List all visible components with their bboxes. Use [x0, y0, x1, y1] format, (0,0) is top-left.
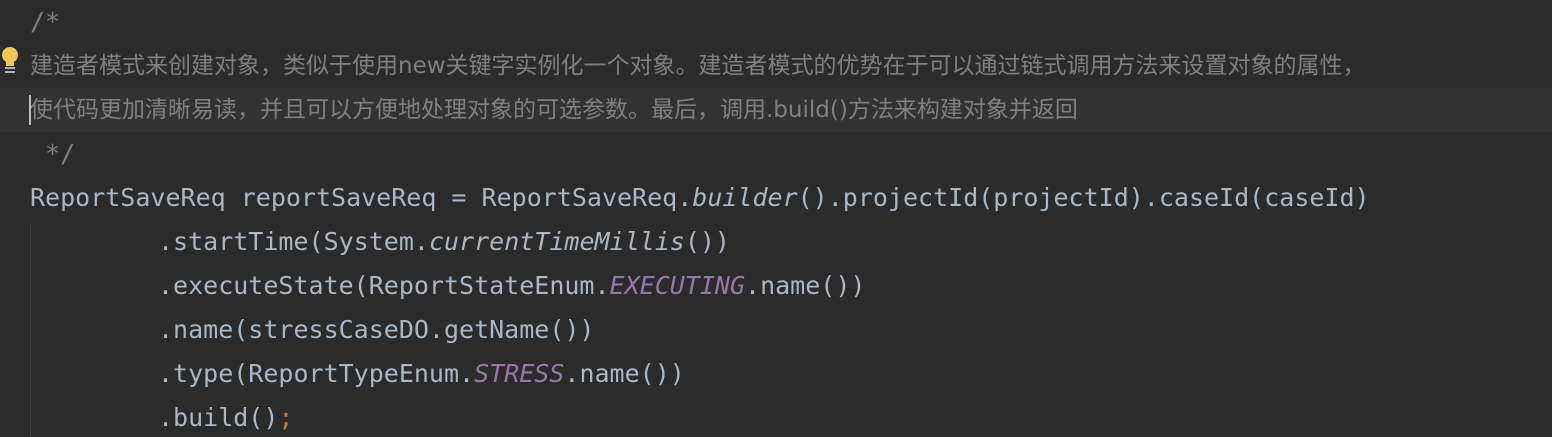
code-line-9[interactable]: .type(ReportTypeEnum.STRESS.name()) [0, 352, 1552, 396]
code-line-2[interactable]: 建造者模式来创建对象，类似于使用new关键字实例化一个对象。建造者模式的优势在于… [0, 44, 1552, 88]
code-line-5[interactable]: ReportSaveReq reportSaveReq = ReportSave… [0, 176, 1552, 220]
code-segment: .type(ReportTypeEnum. [158, 359, 475, 388]
chain-call-starttime: .startTime(System.currentTimeMillis()) [158, 220, 730, 264]
comment-open: /* [30, 7, 61, 36]
chain-call-type: .type(ReportTypeEnum.STRESS.name()) [158, 352, 685, 396]
comment-text-line-2: 使代码更加清晰易读，并且可以方便地处理对象的可选参数。最后，调用.build()… [30, 97, 1078, 123]
intention-bulb-icon[interactable] [0, 46, 20, 76]
code-line-8[interactable]: .name(stressCaseDO.getName()) [0, 308, 1552, 352]
code-segment: .name()) [745, 271, 866, 300]
enum-constant: EXECUTING [609, 271, 746, 300]
code-segment: .build() [158, 403, 279, 432]
indent-guide [30, 224, 31, 437]
code-segment: ReportSaveReq reportSaveReq = ReportSave… [30, 183, 693, 212]
code-editor[interactable]: /* 建造者模式来创建对象，类似于使用new关键字实例化一个对象。建造者模式的优… [0, 0, 1552, 437]
comment-close: */ [30, 139, 76, 168]
code-line-7[interactable]: .executeState(ReportStateEnum.EXECUTING.… [0, 264, 1552, 308]
comment-text-line-1: 建造者模式来创建对象，类似于使用new关键字实例化一个对象。建造者模式的优势在于… [30, 53, 1366, 79]
code-segment: ()) [684, 227, 730, 256]
chain-call-name: .name(stressCaseDO.getName()) [158, 315, 595, 344]
code-line-4[interactable]: */ [0, 132, 1552, 176]
static-method-name: currentTimeMillis [428, 227, 685, 256]
enum-constant: STRESS [474, 359, 565, 388]
code-line-10[interactable]: .build(); [0, 396, 1552, 437]
chain-call-executestate: .executeState(ReportStateEnum.EXECUTING.… [158, 264, 865, 308]
code-line-3[interactable]: 使代码更加清晰易读，并且可以方便地处理对象的可选参数。最后，调用.build()… [0, 88, 1552, 132]
semicolon: ; [278, 403, 294, 432]
code-line-6[interactable]: .startTime(System.currentTimeMillis()) [0, 220, 1552, 264]
code-segment: .name()) [564, 359, 685, 388]
code-segment: .executeState(ReportStateEnum. [158, 271, 610, 300]
code-line-1[interactable]: /* [0, 0, 1552, 44]
code-segment: .startTime(System. [158, 227, 429, 256]
code-segment: ().projectId(projectId).caseId(caseId) [797, 183, 1370, 212]
static-method-name: builder [692, 183, 798, 212]
text-caret [29, 95, 31, 125]
chain-call-build: .build(); [158, 396, 293, 437]
builder-statement: ReportSaveReq reportSaveReq = ReportSave… [30, 176, 1370, 220]
